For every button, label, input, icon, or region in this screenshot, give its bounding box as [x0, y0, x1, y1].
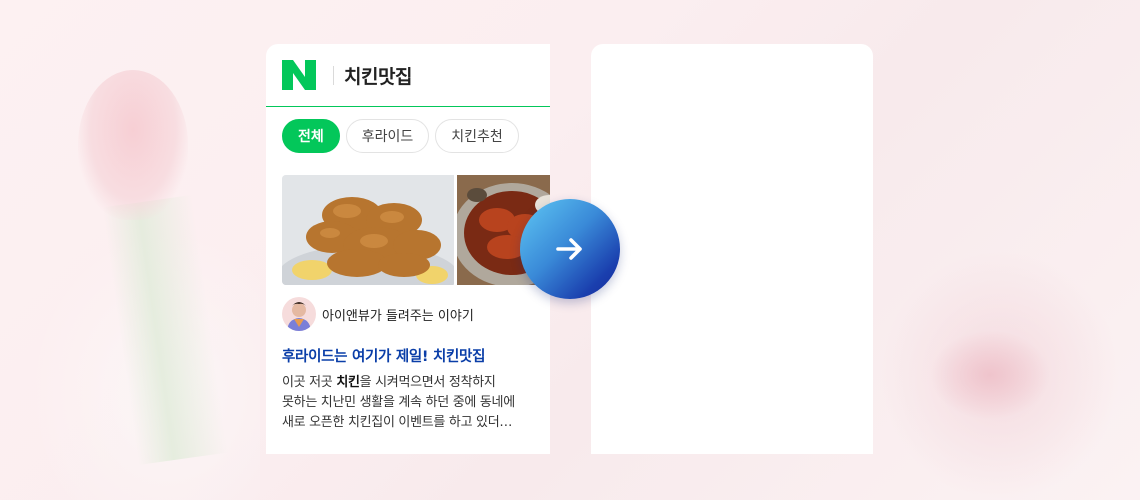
header-divider: [333, 66, 334, 85]
chip-all[interactable]: 전체: [282, 119, 340, 153]
image-strip: [282, 175, 550, 285]
author-row[interactable]: 아이앤뷰가 들려주는 이야기: [282, 297, 474, 331]
author-name: 아이앤뷰가 들려주는 이야기: [322, 308, 474, 324]
background-ribbon: [930, 330, 1050, 420]
result-card-blank: [591, 44, 873, 454]
search-header: 치킨맛집: [266, 44, 550, 107]
avatar: [282, 297, 316, 331]
chip-chicken-recommend[interactable]: 치킨추천: [435, 119, 519, 153]
snippet-line-3: 새로 오픈한 치킨집이 이벤트를 하고 있더…: [282, 415, 513, 430]
snippet-line-1: 이곳 저곳 치킨을 시켜먹으면서 정착하지: [282, 373, 532, 393]
search-result-card: 치킨맛집 전체 후라이드 치킨추천 아이앤뷰가 들려주는 이야기 후라이드는 여…: [266, 44, 550, 454]
post-title-highlight: 치킨맛집: [432, 349, 486, 365]
snippet-text: 이곳 저곳: [282, 375, 337, 390]
filter-chips: 전체 후라이드 치킨추천: [282, 119, 519, 153]
search-query[interactable]: 치킨맛집: [344, 62, 412, 89]
snippet-keyword: 치킨: [336, 375, 360, 390]
post-title[interactable]: 후라이드는 여기가 제일! 치킨맛집: [282, 345, 485, 366]
chip-fried[interactable]: 후라이드: [345, 119, 430, 153]
naver-logo-icon[interactable]: [282, 60, 316, 90]
post-snippet[interactable]: 이곳 저곳 치킨을 시켜먹으면서 정착하지 못하는 치난민 생활을 계속 하던 …: [282, 373, 532, 433]
background-tulip: [78, 70, 188, 220]
snippet-line-2: 못하는 치난민 생활을 계속 하던 중에 동네에: [282, 395, 515, 410]
snippet-text: 을 시켜먹으면서 정착하지: [359, 375, 496, 390]
next-button[interactable]: [520, 199, 620, 299]
fried-chicken-image[interactable]: [282, 175, 454, 285]
arrow-right-icon: [556, 238, 582, 260]
post-title-text: 후라이드는 여기가 제일!: [282, 349, 433, 365]
